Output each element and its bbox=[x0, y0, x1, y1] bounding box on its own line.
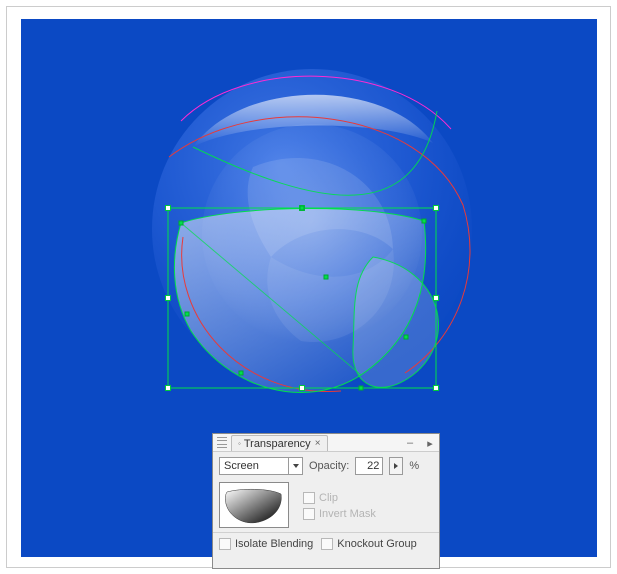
panel-grip-icon[interactable] bbox=[217, 437, 227, 449]
tab-label: Transparency bbox=[244, 438, 311, 450]
clip-label: Clip bbox=[319, 492, 338, 504]
tab-close-icon[interactable]: × bbox=[315, 438, 321, 449]
anchor-point[interactable] bbox=[185, 312, 190, 317]
anchor-point[interactable] bbox=[422, 219, 427, 224]
chevron-down-icon[interactable] bbox=[288, 458, 302, 474]
knockout-label: Knockout Group bbox=[337, 538, 417, 550]
checkbox-icon bbox=[303, 508, 315, 520]
bbox-handle[interactable] bbox=[433, 385, 439, 391]
knockout-group-checkbox[interactable]: Knockout Group bbox=[321, 538, 417, 550]
opacity-input[interactable]: 22 bbox=[355, 457, 383, 475]
artboard[interactable]: ◦ Transparency × – ▸ Screen Opacity: 22 bbox=[21, 19, 597, 557]
anchor-point[interactable] bbox=[239, 371, 244, 376]
bbox-handle[interactable] bbox=[165, 205, 171, 211]
checkbox-icon bbox=[303, 492, 315, 504]
opacity-unit: % bbox=[409, 460, 419, 472]
anchor-point[interactable] bbox=[404, 335, 409, 340]
panel-menu-icon[interactable]: ▸ bbox=[423, 436, 437, 450]
thumbnail-frame[interactable] bbox=[219, 482, 289, 528]
checkbox-icon[interactable] bbox=[321, 538, 333, 550]
bbox-handle[interactable] bbox=[165, 295, 171, 301]
bbox-handle[interactable] bbox=[433, 205, 439, 211]
bbox-handle[interactable] bbox=[433, 295, 439, 301]
tab-collapse-icon[interactable]: ◦ bbox=[238, 439, 241, 448]
isolate-blending-checkbox[interactable]: Isolate Blending bbox=[219, 538, 313, 550]
bbox-handle[interactable] bbox=[299, 385, 305, 391]
transparency-panel[interactable]: ◦ Transparency × – ▸ Screen Opacity: 22 bbox=[212, 433, 440, 569]
bbox-handle[interactable] bbox=[165, 385, 171, 391]
anchor-point[interactable] bbox=[300, 206, 305, 211]
opacity-label: Opacity: bbox=[309, 460, 349, 472]
tab-transparency[interactable]: ◦ Transparency × bbox=[231, 435, 328, 451]
panel-minimize-icon[interactable]: – bbox=[403, 436, 417, 450]
checkbox-icon[interactable] bbox=[219, 538, 231, 550]
app-frame: ◦ Transparency × – ▸ Screen Opacity: 22 bbox=[6, 6, 611, 568]
clip-checkbox: Clip bbox=[303, 492, 376, 504]
anchor-point[interactable] bbox=[179, 221, 184, 226]
blend-mode-select[interactable]: Screen bbox=[219, 457, 303, 475]
anchor-point[interactable] bbox=[359, 386, 364, 391]
object-thumbnail bbox=[223, 486, 285, 524]
opacity-stepper[interactable] bbox=[389, 457, 403, 475]
anchor-point[interactable] bbox=[324, 275, 329, 280]
invert-mask-checkbox: Invert Mask bbox=[303, 508, 376, 520]
blend-mode-value: Screen bbox=[224, 460, 259, 472]
isolate-label: Isolate Blending bbox=[235, 538, 313, 550]
invert-mask-label: Invert Mask bbox=[319, 508, 376, 520]
panel-header[interactable]: ◦ Transparency × – ▸ bbox=[213, 434, 439, 452]
opacity-value: 22 bbox=[367, 460, 379, 472]
